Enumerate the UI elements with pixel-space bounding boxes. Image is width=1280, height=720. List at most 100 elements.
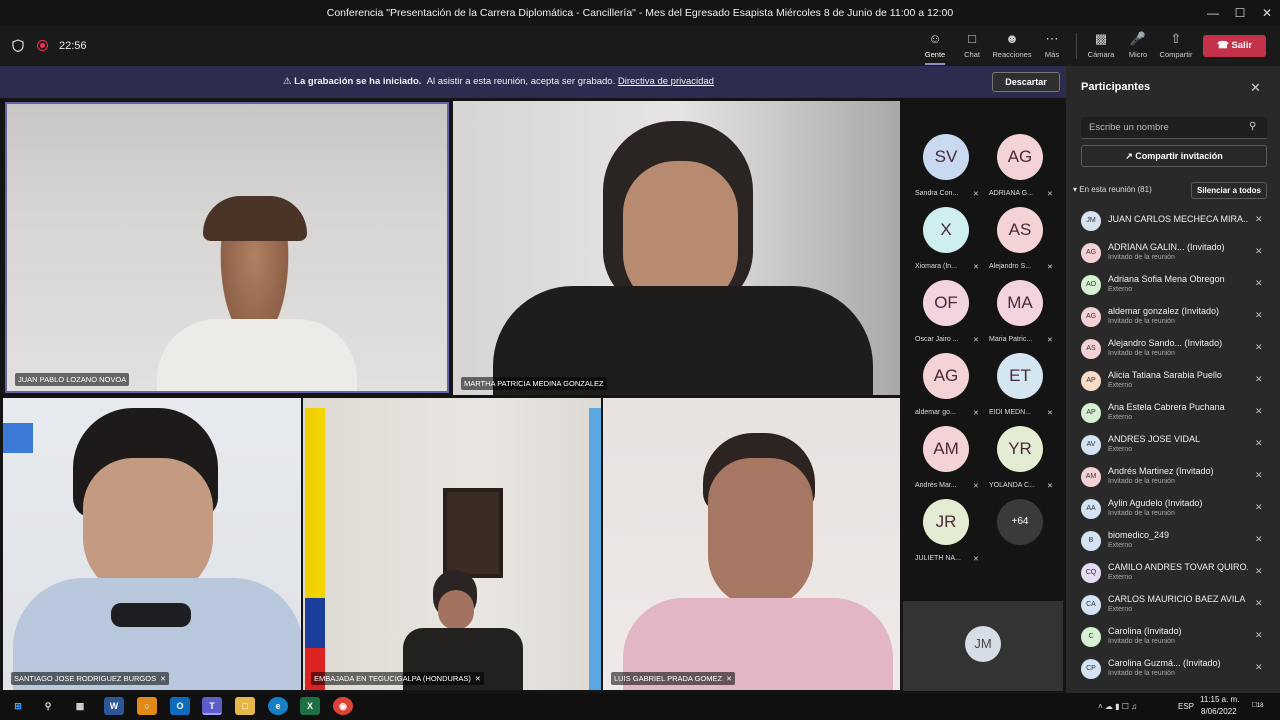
more-button[interactable]: ⋯ Más [1031, 30, 1073, 64]
file-explorer-icon[interactable]: □ [235, 697, 255, 715]
task-view-icon[interactable]: ▦ [70, 697, 90, 715]
avatar: AG [1081, 243, 1101, 263]
mic-off-icon: ✕ [160, 676, 166, 683]
gallery-tile[interactable]: AM Andrés Mar... ✕ [913, 426, 983, 494]
participant-row[interactable]: Bbiomedico_249 Externo ✕ [1081, 529, 1271, 561]
teams-icon[interactable]: T [202, 697, 222, 715]
edge-icon[interactable]: e [268, 697, 288, 715]
avatar-name: ADRIANA G... [989, 190, 1033, 197]
recording-icon [37, 40, 48, 51]
participant-row[interactable]: CQ CAMILO ANDRES TOVAR QUIRO... Externo ✕ [1081, 561, 1271, 593]
gallery-tile[interactable]: SV Sandra Con... ✕ [913, 134, 983, 202]
people-icon: ☺ [928, 31, 942, 46]
mic-off-icon: ✕ [1255, 342, 1263, 352]
avatar: AP [1081, 403, 1101, 423]
participant-name: JUAN PABLO LOZANO NOVOA [15, 373, 130, 386]
excel-icon[interactable]: X [300, 697, 320, 715]
video-tile-2[interactable]: MARTHA PATRICIA MEDINA GONZALEZ [453, 101, 900, 395]
mic-off-icon: ✕ [1255, 598, 1263, 608]
participant-row[interactable]: CP Carolina Guzmá... (Invitado) Invitado d… [1081, 657, 1271, 689]
chat-button[interactable]: □ Chat [951, 30, 993, 64]
search-input[interactable]: Escribe un nombre [1081, 117, 1267, 139]
gallery-tile[interactable]: YR YOLANDA C... ✕ [987, 426, 1057, 494]
privacy-link[interactable]: Directiva de privacidad [618, 76, 714, 87]
clock-date[interactable]: 8/06/2022 [1201, 707, 1237, 716]
app-icon[interactable]: ○ [137, 697, 157, 715]
participant-row[interactable]: AP Alicia Tatiana Sarabia Puello Externo ✕ [1081, 369, 1271, 401]
camera-button[interactable]: ▩ Cámara [1080, 30, 1122, 64]
people-button[interactable]: ☺ Gente [914, 30, 956, 65]
notifications-icon[interactable]: □18 [1252, 700, 1270, 714]
participant-row[interactable]: AG aldemar gonzalez (Invitado) Invitado de… [1081, 305, 1271, 337]
gallery-tile[interactable]: AS Alejandro S... ✕ [987, 207, 1057, 275]
video-tile-4[interactable]: EMBAJADA EN TEGUCIGALPA (HONDURAS) ✕ [303, 398, 601, 690]
avatar-name: Oscar Jairo ... [915, 336, 959, 343]
gallery-tile[interactable]: X Xiomara (In... ✕ [913, 207, 983, 275]
avatar: AP [1081, 371, 1101, 391]
participant-name: Carolina (Invitado) [1108, 626, 1182, 636]
share-invite-button[interactable]: ↗ Compartir invitación [1081, 145, 1267, 167]
participant-name: Alicia Tatiana Sarabia Puello [1108, 370, 1222, 380]
reactions-button[interactable]: ☻ Reacciones [991, 30, 1033, 64]
search-icon[interactable]: ⚲ [1249, 121, 1256, 132]
mute-all-button[interactable]: Silenciar a todos [1191, 182, 1267, 199]
mic-off-icon: ✕ [1255, 438, 1263, 448]
participant-row[interactable]: AG ADRIANA GALIN... (Invitado) Invitado de… [1081, 241, 1271, 273]
in-meeting-header[interactable]: ▾ En esta reunión (81) [1073, 185, 1152, 194]
meeting-timer: 22:56 [59, 40, 87, 52]
gallery-tile[interactable]: MA Maria Patric... ✕ [987, 280, 1057, 348]
mic-off-icon: ✕ [1255, 310, 1263, 320]
gallery-tile[interactable]: ET EIDI MEDN... ✕ [987, 353, 1057, 421]
participant-row[interactable]: AP Ana Estela Cabrera Puchana Externo ✕ [1081, 401, 1271, 433]
participant-row[interactable]: AV ANDRES JOSE VIDAL Externo ✕ [1081, 433, 1271, 465]
chrome-icon[interactable]: ◉ [333, 697, 353, 715]
close-panel-icon[interactable]: ✕ [1250, 80, 1261, 96]
tray-icons[interactable]: ˄ ☁ ▮ ☐ ♫ [1098, 702, 1137, 711]
participant-name: Alejandro Sando... (Invitado) [1108, 338, 1223, 348]
avatar: ET [997, 353, 1043, 399]
windows-start-icon[interactable]: ⊞ [8, 697, 28, 715]
participant-row[interactable]: AM Andrés Martinez (Invitado) Invitado de … [1081, 465, 1271, 497]
leave-button[interactable]: ☎ Salir [1203, 35, 1266, 57]
gallery-tile[interactable]: JR JULIETH NA... ✕ [913, 499, 983, 567]
mic-off-icon: ✕ [973, 410, 979, 417]
avatar: +64 [997, 499, 1043, 545]
video-tile-1[interactable]: JUAN PABLO LOZANO NOVOA [5, 102, 449, 393]
dismiss-button[interactable]: Descartar [992, 72, 1060, 92]
word-icon[interactable]: W [104, 697, 124, 715]
video-tile-5[interactable]: LUIS GABRIEL PRADA GOMEZ ✕ [603, 398, 900, 690]
gallery-tile[interactable]: +64 [987, 499, 1057, 567]
gallery-tile[interactable]: AG ADRIANA G... ✕ [987, 134, 1057, 202]
mic-button[interactable]: 🎤 Micro [1117, 30, 1159, 64]
participant-role: Externo [1108, 606, 1133, 613]
participant-row[interactable]: C Carolina (Invitado) Invitado de la reuni… [1081, 625, 1271, 657]
mic-off-icon: ✕ [1255, 374, 1263, 384]
participant-row[interactable]: AS Alejandro Sando... (Invitado) Invitado … [1081, 337, 1271, 369]
gallery-tile[interactable]: AG aldemar go... ✕ [913, 353, 983, 421]
video-tile-3[interactable]: SANTIAGO JOSE RODRIGUEZ BURGOS ✕ [3, 398, 301, 690]
clock-time[interactable]: 11:15 a. m. [1200, 695, 1239, 704]
mic-off-icon: ✕ [1047, 483, 1053, 490]
mic-off-icon: 🎤 [1129, 31, 1147, 46]
share-button[interactable]: ⇧ Compartir [1155, 30, 1197, 64]
outlook-icon[interactable]: O [170, 697, 190, 715]
participant-row[interactable]: JM JUAN CARLOS MECHECA MIRA... ✕ [1081, 209, 1271, 241]
close-window-button[interactable]: ✕ [1252, 0, 1280, 26]
more-icon: ⋯ [1045, 31, 1059, 46]
participant-role: Externo [1108, 542, 1133, 549]
avatar: MA [997, 280, 1043, 326]
language-indicator[interactable]: ESP [1178, 702, 1194, 711]
participant-row[interactable]: AA Aylin Agudelo (Invitado) Invitado de la… [1081, 497, 1271, 529]
self-view[interactable]: JM [903, 601, 1063, 691]
mic-off-icon: ✕ [1047, 264, 1053, 271]
mic-off-icon: ✕ [1255, 662, 1263, 672]
minimize-button[interactable]: — [1198, 0, 1228, 26]
participant-name: Adriana Sofia Mena Obregon [1108, 274, 1225, 284]
participant-row[interactable]: AO Adriana Sofia Mena Obregon Externo ✕ [1081, 273, 1271, 305]
participant-role: Invitado de la reunión [1108, 254, 1175, 261]
maximize-button[interactable]: ☐ [1225, 0, 1255, 26]
mic-off-icon: ✕ [1047, 191, 1053, 198]
gallery-tile[interactable]: OF Oscar Jairo ... ✕ [913, 280, 983, 348]
search-taskbar-icon[interactable]: ⚲ [38, 697, 58, 715]
participant-row[interactable]: CA CARLOS MAURICIO BAEZ AVILA Externo ✕ [1081, 593, 1271, 625]
